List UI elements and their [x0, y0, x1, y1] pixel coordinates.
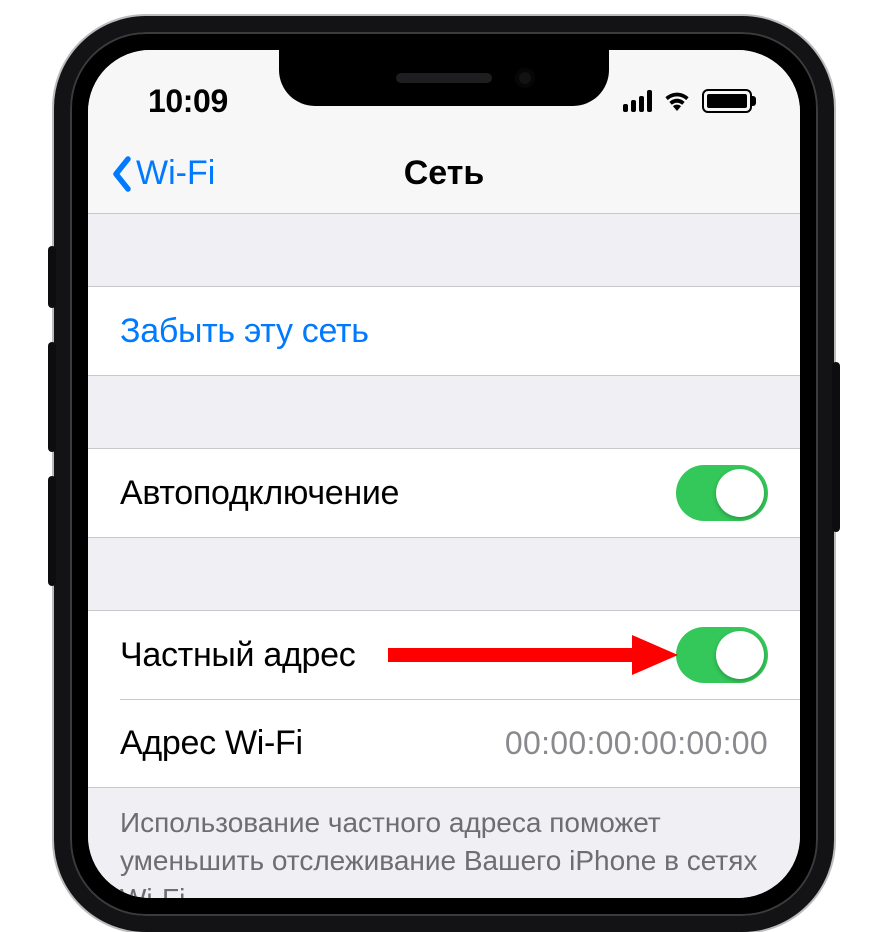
auto-join-label: Автоподключение: [120, 474, 399, 513]
notch: [279, 50, 609, 106]
wifi-address-value: 00:00:00:00:00:00: [505, 725, 768, 762]
mute-switch: [48, 246, 56, 308]
footer-note: Использование частного адреса поможет ум…: [88, 788, 800, 898]
wifi-address-label: Адрес Wi-Fi: [120, 724, 303, 763]
status-indicators: [623, 89, 752, 113]
back-label: Wi-Fi: [136, 154, 215, 193]
front-camera: [515, 68, 535, 88]
side-button: [832, 362, 840, 532]
screen: 10:09: [88, 50, 800, 898]
cellular-signal-icon: [623, 90, 652, 112]
forget-network-button[interactable]: Забыть эту сеть: [88, 287, 800, 375]
earpiece-speaker: [396, 73, 492, 83]
private-address-label: Частный адрес: [120, 636, 355, 675]
battery-icon: [702, 89, 752, 113]
phone-frame: 10:09: [54, 16, 834, 932]
toggle-knob: [716, 631, 764, 679]
auto-join-cell: Автоподключение: [88, 449, 800, 537]
forget-network-label: Забыть эту сеть: [120, 312, 369, 351]
address-group: Частный адрес Адрес Wi-Fi 00:00:00:00:00…: [88, 610, 800, 788]
chevron-left-icon: [110, 155, 132, 193]
private-address-toggle[interactable]: [676, 627, 768, 683]
navigation-bar: Wi-Fi Сеть: [88, 134, 800, 214]
auto-join-toggle[interactable]: [676, 465, 768, 521]
wifi-icon: [662, 90, 692, 112]
wifi-address-cell: Адрес Wi-Fi 00:00:00:00:00:00: [120, 699, 800, 787]
private-address-cell: Частный адрес: [88, 611, 800, 699]
back-button[interactable]: Wi-Fi: [110, 154, 215, 193]
toggle-knob: [716, 469, 764, 517]
status-time: 10:09: [148, 83, 228, 120]
volume-up-button: [48, 342, 56, 452]
settings-content: Забыть эту сеть Автоподключение Ч: [88, 214, 800, 898]
forget-group: Забыть эту сеть: [88, 286, 800, 376]
volume-down-button: [48, 476, 56, 586]
page-title: Сеть: [404, 154, 485, 193]
auto-join-group: Автоподключение: [88, 448, 800, 538]
